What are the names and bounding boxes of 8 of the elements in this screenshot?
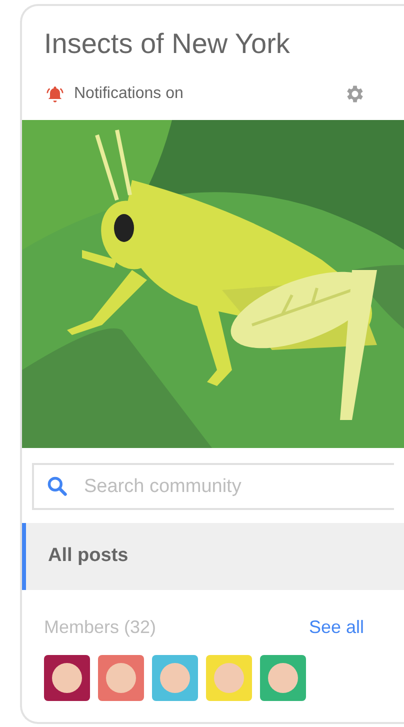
search-icon xyxy=(46,475,68,497)
members-count: Members (32) xyxy=(44,616,156,639)
nav-item[interactable]: All posts xyxy=(22,523,404,590)
search-field[interactable]: Search community xyxy=(32,463,394,510)
see-all-link[interactable]: See all xyxy=(308,614,364,641)
notifications-status: Notifications on xyxy=(74,84,184,104)
member-avatar[interactable] xyxy=(44,655,90,701)
community-title: Insects of New York xyxy=(44,28,290,59)
